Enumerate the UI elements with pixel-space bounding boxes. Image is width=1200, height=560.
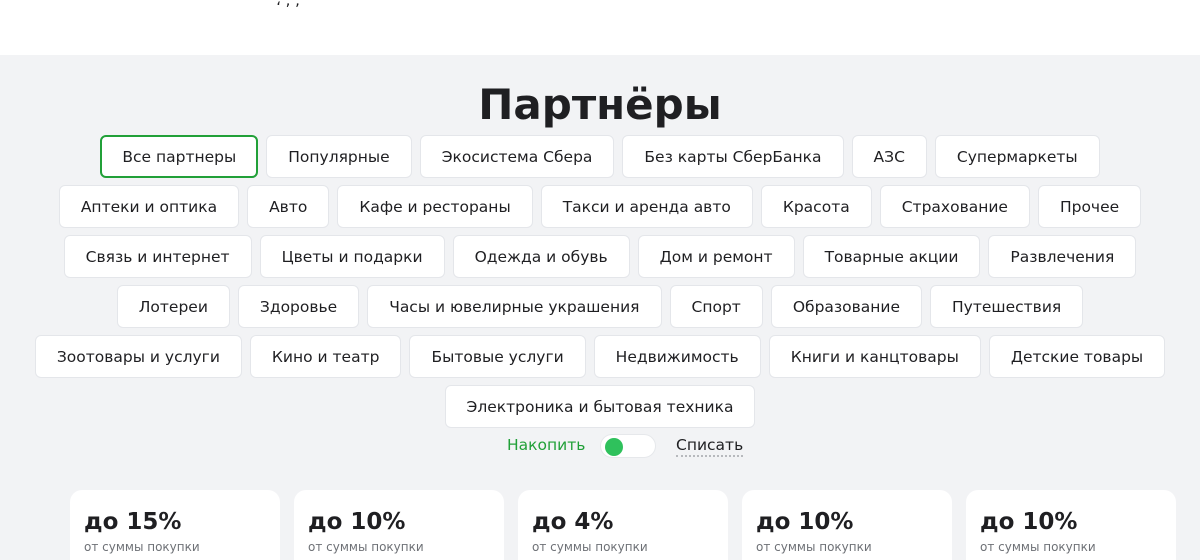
- category-chip[interactable]: Экосистема Сбера: [419, 135, 615, 178]
- category-chip[interactable]: Красота: [760, 185, 872, 228]
- partner-cards: до 15% от суммы покупки до 10% от суммы пок…: [70, 490, 1176, 560]
- cashback-percent: до 10%: [980, 509, 1078, 535]
- page-title: Партнёры: [478, 80, 722, 129]
- category-filter: Все партнеры Популярные Экосистема Сбера Бе…: [0, 135, 1200, 435]
- accrual-toggle-row: Накопить Списать: [0, 433, 1200, 459]
- category-chip[interactable]: Связь и интернет: [63, 235, 252, 278]
- toggle-label-accumulate[interactable]: Накопить: [507, 436, 585, 454]
- category-chip[interactable]: Здоровье: [237, 285, 360, 328]
- category-chip[interactable]: Без карты СберБанка: [622, 135, 844, 178]
- cashback-subtitle: от суммы покупки: [980, 540, 1096, 554]
- category-row: Все партнеры Популярные Экосистема Сбера Бе…: [0, 135, 1200, 178]
- category-chip[interactable]: Развлечения: [988, 235, 1137, 278]
- category-chip[interactable]: Популярные: [266, 135, 412, 178]
- category-chip[interactable]: Бытовые услуги: [409, 335, 586, 378]
- category-row: Электроника и бытовая техника: [0, 385, 1200, 428]
- category-row: Связь и интернет Цветы и подарки Одежда и …: [0, 235, 1200, 278]
- cashback-subtitle: от суммы покупки: [308, 540, 424, 554]
- category-chip[interactable]: Спорт: [669, 285, 763, 328]
- cashback-subtitle: от суммы покупки: [532, 540, 648, 554]
- cashback-percent: до 10%: [756, 509, 854, 535]
- partner-card[interactable]: до 15% от суммы покупки: [70, 490, 280, 560]
- partner-card[interactable]: до 4% от суммы покупки: [518, 490, 728, 560]
- cashback-percent: до 4%: [532, 509, 614, 535]
- category-chip[interactable]: Лотереи: [116, 285, 230, 328]
- category-chip[interactable]: Книги и канцтовары: [768, 335, 981, 378]
- category-chip[interactable]: Путешествия: [930, 285, 1084, 328]
- cashback-subtitle: от суммы покупки: [756, 540, 872, 554]
- switch-knob: [605, 437, 623, 456]
- category-chip[interactable]: Супермаркеты: [934, 135, 1100, 178]
- category-chip[interactable]: Прочее: [1037, 185, 1142, 228]
- category-chip[interactable]: Кафе и рестораны: [337, 185, 533, 228]
- category-chip[interactable]: Страхование: [879, 185, 1030, 228]
- category-chip[interactable]: Цветы и подарки: [259, 235, 445, 278]
- toggle-label-spend[interactable]: Списать: [676, 436, 744, 457]
- category-chip[interactable]: Товарные акции: [802, 235, 981, 278]
- accumulate-spend-switch[interactable]: [600, 434, 656, 458]
- header-bar: ، , ,: [0, 0, 1200, 55]
- category-chip[interactable]: Дом и ремонт: [637, 235, 795, 278]
- partner-card[interactable]: до 10% от суммы покупки: [966, 490, 1176, 560]
- partner-card[interactable]: до 10% от суммы покупки: [742, 490, 952, 560]
- category-chip[interactable]: Образование: [770, 285, 923, 328]
- category-chip[interactable]: Электроника и бытовая техника: [444, 385, 756, 428]
- category-row: Зоотовары и услуги Кино и театр Бытовые ус…: [0, 335, 1200, 378]
- category-chip[interactable]: Часы и ювелирные украшения: [367, 285, 662, 328]
- category-chip[interactable]: Аптеки и оптика: [58, 185, 240, 228]
- cashback-percent: до 10%: [308, 509, 406, 535]
- category-chip[interactable]: Зоотовары и услуги: [34, 335, 242, 378]
- category-row: Аптеки и оптика Авто Кафе и рестораны Такси…: [0, 185, 1200, 228]
- category-chip[interactable]: Авто: [247, 185, 330, 228]
- category-row: Лотереи Здоровье Часы и ювелирные украшени…: [0, 285, 1200, 328]
- category-chip[interactable]: Такси и аренда авто: [540, 185, 753, 228]
- category-chip[interactable]: Одежда и обувь: [452, 235, 630, 278]
- category-chip[interactable]: Все партнеры: [100, 135, 259, 178]
- cashback-subtitle: от суммы покупки: [84, 540, 200, 554]
- category-chip[interactable]: Недвижимость: [593, 335, 761, 378]
- header-text-fragment: ، , ,: [276, 0, 300, 9]
- category-chip[interactable]: Детские товары: [988, 335, 1166, 378]
- partner-card[interactable]: до 10% от суммы покупки: [294, 490, 504, 560]
- cashback-percent: до 15%: [84, 509, 182, 535]
- category-chip[interactable]: АЗС: [851, 135, 927, 178]
- category-chip[interactable]: Кино и театр: [249, 335, 402, 378]
